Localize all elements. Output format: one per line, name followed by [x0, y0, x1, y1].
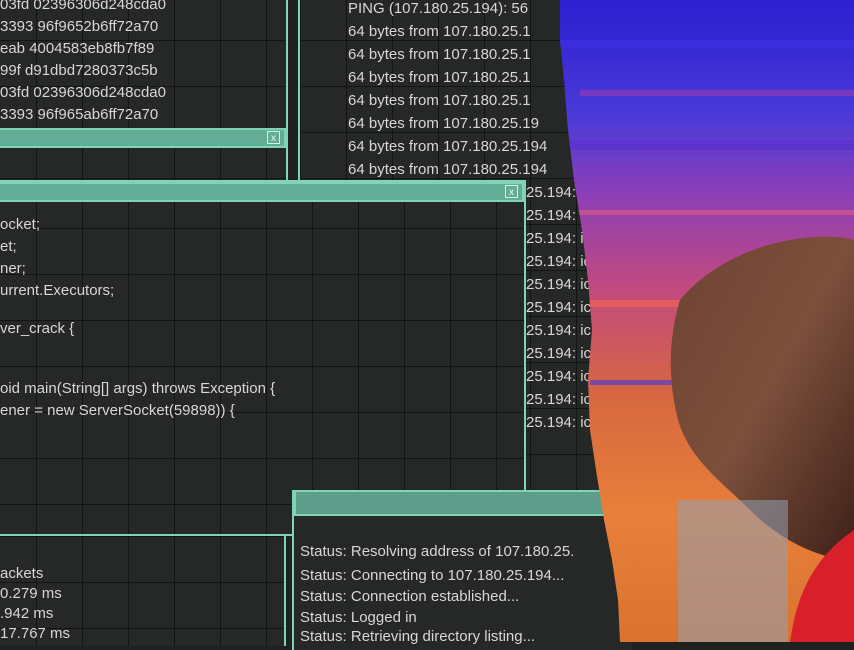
glitch-photo-collage [560, 0, 854, 642]
status-line: Status: Retrieving directory listing... [300, 628, 536, 645]
stats-line: 0.279 ms [0, 585, 62, 602]
code-editor-window: x ocket; et; ner; urrent.Executors; ver_… [0, 180, 526, 536]
hex-line: 3393 96f9652b6ff72a70 [0, 18, 159, 35]
hex-output-window: 03fd 02396306d248cda0 3393 96f9652b6ff72… [0, 0, 288, 180]
code-line: oid main(String[] args) throws Exception… [0, 380, 276, 397]
ping-line: 64 bytes from 107.180.25.1 [348, 69, 531, 86]
ping-line: 64 bytes from 107.180.25.1 [348, 23, 531, 40]
code-line: urrent.Executors; [0, 282, 115, 299]
ping-line: 64 bytes from 107.180.25.194 [348, 161, 548, 178]
code-line: et; [0, 238, 17, 255]
close-icon[interactable]: x [267, 131, 280, 144]
code-line: ver_crack { [0, 320, 75, 337]
hex-line: eab 4004583eb8fb7f89 [0, 40, 155, 57]
hex-line: 99f d91dbd7280373c5b [0, 62, 158, 79]
status-line: Status: Connection established... [300, 588, 520, 605]
ping-line: 64 bytes from 107.180.25.194 [348, 138, 548, 155]
stats-line: .942 ms [0, 605, 54, 622]
hex-line: 03fd 02396306d248cda0 [0, 84, 166, 101]
close-icon[interactable]: x [505, 185, 518, 198]
ping-line: 64 bytes from 107.180.25.19 [348, 115, 539, 132]
hex-line: 3393 96f965ab6ff72a70 [0, 106, 159, 123]
status-line: Status: Resolving address of 107.180.25. [300, 543, 575, 560]
status-line: Status: Connecting to 107.180.25.194... [300, 567, 565, 584]
code-line: ocket; [0, 216, 41, 233]
hex-line: 03fd 02396306d248cda0 [0, 0, 166, 13]
code-line: ener = new ServerSocket(59898)) { [0, 402, 235, 419]
ping-stats-window: ackets 0.279 ms .942 ms 17.767 ms [0, 536, 286, 646]
ping-line: 64 bytes from 107.180.25.1 [348, 92, 531, 109]
ping-line: 64 bytes from 107.180.25.1 [348, 46, 531, 63]
stats-line: ackets [0, 565, 44, 582]
code-line: ner; [0, 260, 26, 277]
code-window-titlebar[interactable]: x [0, 182, 524, 202]
hex-window-titlebar[interactable]: x [0, 128, 286, 148]
ping-line: PING (107.180.25.194): 56 [348, 0, 529, 17]
